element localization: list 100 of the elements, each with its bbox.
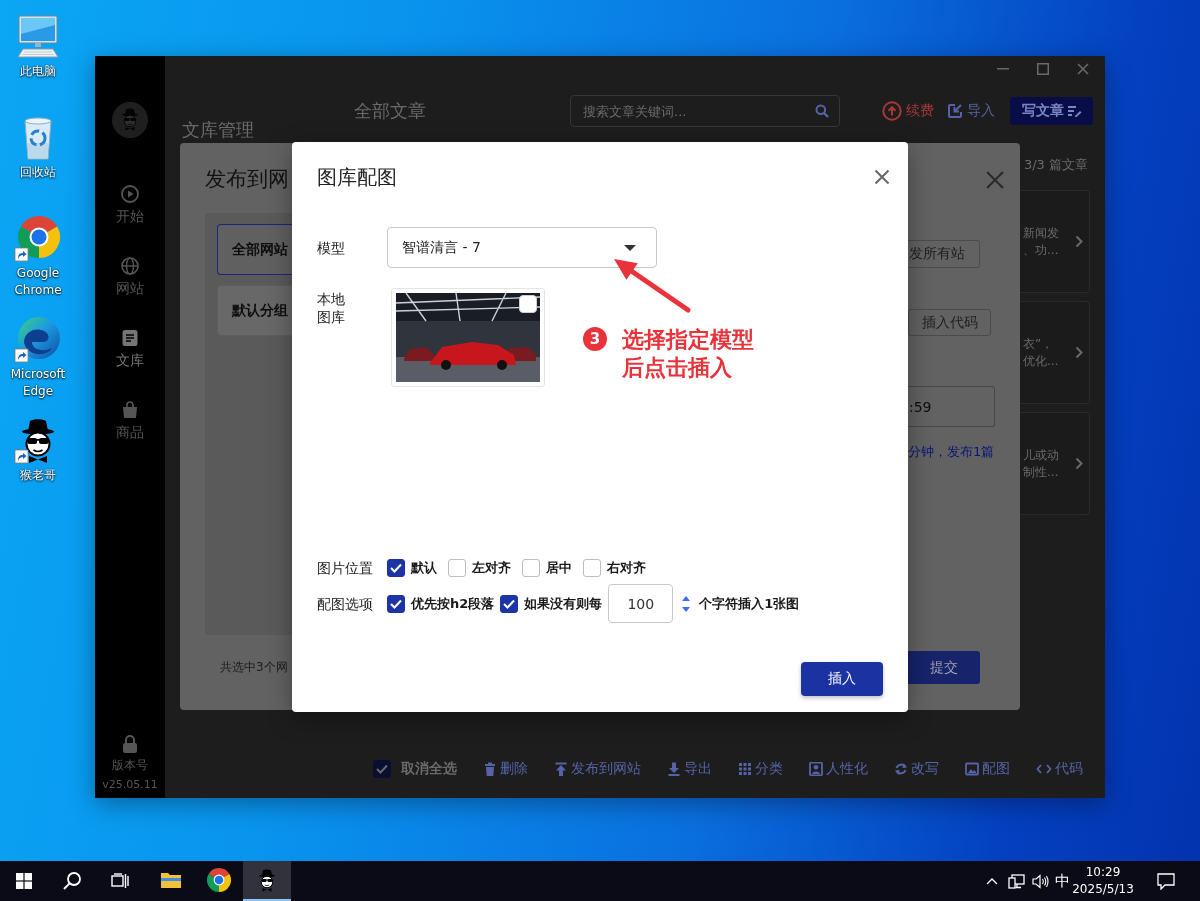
article-snippet: 、功...	[1023, 241, 1060, 259]
close-icon[interactable]	[1077, 63, 1089, 75]
monkey-icon	[112, 102, 148, 138]
nav-item[interactable]: 文库	[95, 313, 165, 385]
checkbox[interactable]	[387, 559, 405, 577]
option-label[interactable]: 如果没有则每	[524, 594, 603, 613]
time-input[interactable]: :59	[908, 386, 995, 427]
option-label[interactable]: 默认	[411, 559, 437, 577]
article-snippet: 制性...	[1023, 463, 1060, 481]
schedule-note: 分钟，发布1篇	[908, 444, 995, 460]
option-label[interactable]: 右对齐	[607, 559, 646, 577]
trash-icon	[483, 762, 497, 776]
list-edit-icon	[1067, 105, 1082, 117]
clock-time[interactable]: 10:29	[1085, 864, 1121, 881]
spin-down-icon[interactable]	[682, 606, 691, 612]
chevron-up-icon[interactable]	[986, 877, 998, 885]
model-select[interactable]: 智谱清言 - 7	[387, 227, 657, 268]
edge-icon[interactable]	[14, 315, 62, 363]
search-icon[interactable]	[62, 871, 82, 891]
checkbox[interactable]	[522, 559, 540, 577]
site-group-item[interactable]: 默认分组	[217, 285, 292, 336]
person-card-icon	[809, 762, 823, 776]
download-icon	[667, 762, 681, 776]
insert-button[interactable]: 插入	[801, 662, 883, 696]
close-icon[interactable]	[874, 169, 890, 185]
nav-item[interactable]: 网站	[95, 241, 165, 313]
upload-icon	[554, 762, 568, 776]
play-icon	[121, 185, 139, 203]
field-label: 图片位置	[317, 559, 373, 578]
checkmark-icon	[390, 598, 402, 609]
select-all-checkbox[interactable]	[373, 760, 391, 778]
import-icon	[947, 103, 963, 119]
chevron-right-icon	[1075, 346, 1083, 359]
toolbar-button[interactable]: 分类	[738, 760, 783, 778]
import-button[interactable]: 导入	[947, 102, 995, 120]
checkmark-icon	[503, 598, 516, 609]
option-label[interactable]: 优先按h2段落	[411, 594, 495, 613]
grid-icon	[738, 762, 752, 776]
selection-summary: 共选中3个网	[220, 659, 288, 676]
option-label[interactable]: 居中	[546, 559, 572, 577]
library-title: 文库管理	[182, 119, 254, 140]
spin-up-icon[interactable]	[682, 595, 691, 601]
toolbar-button[interactable]: 代码	[1036, 760, 1083, 778]
notification-icon[interactable]	[1157, 872, 1175, 890]
refresh-icon	[894, 762, 908, 776]
site-group-item[interactable]: 全部网站	[217, 224, 292, 275]
folder-icon	[160, 871, 182, 889]
interval-suffix: 个字符插入1张图	[699, 594, 800, 613]
number-input[interactable]: 100	[608, 584, 674, 623]
toolbar-button[interactable]: 删除	[483, 760, 528, 778]
article-snippet: 衣”，	[1023, 335, 1055, 353]
computer-icon[interactable]	[14, 12, 62, 60]
desktop-icon-label[interactable]: Microsoft Edge	[1, 366, 75, 400]
field-label: 本地图库	[317, 290, 345, 326]
nav-item[interactable]: 商品	[95, 385, 165, 457]
article-snippet: 新闻发	[1023, 224, 1060, 242]
windows-logo-icon[interactable]	[16, 873, 32, 889]
toolbar-button[interactable]: 发布到网站	[554, 760, 641, 778]
clock-date[interactable]: 2025/5/13	[1072, 881, 1134, 898]
globe-icon	[121, 257, 139, 275]
write-article-button[interactable]: 写文章	[1010, 97, 1093, 125]
renew-button[interactable]: 续费	[882, 101, 934, 121]
checkbox[interactable]	[583, 559, 601, 577]
desktop-icon-label[interactable]: 猴老哥	[20, 467, 56, 484]
article-card[interactable]: 衣”， 优化...	[1020, 301, 1090, 404]
field-label: 配图选项	[317, 594, 373, 614]
article-card[interactable]: 新闻发 、功...	[1020, 190, 1090, 293]
toolbar-button[interactable]: 导出	[667, 760, 712, 778]
toolbar-button[interactable]: 配图	[965, 760, 1010, 778]
lock-icon	[121, 734, 139, 754]
task-view-icon[interactable]	[111, 873, 129, 889]
field-label: 模型	[317, 238, 345, 258]
submit-button[interactable]: 提交	[908, 651, 980, 684]
desktop-icon-label[interactable]: 回收站	[20, 164, 56, 181]
nav-item[interactable]: 开始	[95, 169, 165, 241]
checkbox[interactable]	[500, 594, 519, 613]
chrome-icon[interactable]	[14, 214, 62, 262]
maximize-icon[interactable]	[1037, 63, 1049, 75]
toolbar-button[interactable]: 人性化	[809, 760, 868, 778]
checkbox[interactable]	[448, 559, 466, 577]
article-snippet: 优化...	[1023, 352, 1060, 370]
toolbar-button[interactable]: 改写	[894, 760, 939, 778]
chrome-icon	[207, 868, 231, 892]
option-label[interactable]: 左对齐	[472, 559, 511, 577]
version-label: 版本号	[112, 757, 148, 774]
network-icon[interactable]	[1007, 873, 1025, 889]
desktop-icon-label[interactable]: Google Chrome	[1, 265, 75, 299]
checkbox[interactable]	[387, 594, 405, 613]
page-title: 全部文章	[354, 99, 426, 123]
ime-indicator[interactable]: 中	[1052, 871, 1072, 891]
volume-icon[interactable]	[1031, 873, 1049, 889]
image-checkbox[interactable]	[519, 295, 537, 313]
search-field[interactable]: 搜索文章关键词...	[570, 95, 840, 127]
taskbar-button[interactable]	[243, 861, 291, 901]
dialog-title: 发布到网	[205, 166, 289, 193]
desktop-icon-label[interactable]: 此电脑	[20, 63, 56, 80]
checkmark-icon	[376, 764, 388, 774]
image-icon	[965, 762, 979, 776]
article-card[interactable]: 儿或动 制性...	[1020, 412, 1090, 515]
select-all-label[interactable]: 取消全选	[401, 760, 457, 778]
